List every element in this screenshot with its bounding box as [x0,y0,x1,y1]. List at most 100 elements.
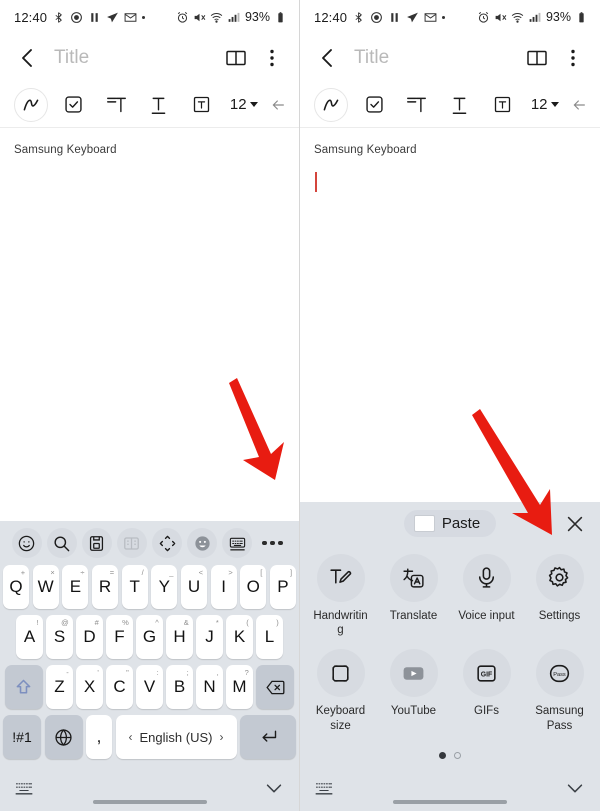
next-language-chevron-icon[interactable]: › [219,730,223,744]
keyboard-mode-icon[interactable] [222,528,253,558]
book-icon[interactable] [223,45,249,71]
keyboard-mode-button[interactable] [220,527,255,559]
keyboard-icon[interactable] [14,778,34,798]
toolbar-pen-button[interactable] [10,82,53,127]
font-size-control[interactable]: 12 [531,96,559,113]
toolbar-pen-button[interactable] [310,82,353,127]
clipboard-icon[interactable] [81,528,112,558]
symbols-key[interactable]: !#1 [3,715,41,759]
back-chevron-icon[interactable] [16,46,40,70]
menu-item-keyboard-size[interactable]: Keyboard size [304,649,377,733]
text-style-icon[interactable] [449,94,470,115]
note-body-left[interactable]: Samsung Keyboard [0,128,299,156]
key-w[interactable]: × W [32,565,59,609]
more-vertical-icon[interactable] [560,45,586,71]
menu-item-youtube[interactable]: YouTube [377,649,450,733]
arrow-left-icon[interactable] [270,97,286,113]
key-r[interactable]: = R [91,565,119,609]
key-n[interactable]: ,N [196,665,223,709]
text-box-icon[interactable] [492,94,513,115]
sticker-icon[interactable] [187,528,218,558]
toolbar-text-style-button[interactable] [138,82,181,127]
clipboard-button[interactable] [79,527,114,559]
menu-item-translate[interactable]: Translate [377,553,450,638]
page-dot-inactive[interactable] [454,751,461,759]
menu-item-voice-input[interactable]: Voice input [450,553,523,638]
youtube-icon[interactable] [389,649,438,698]
emoji-button[interactable] [9,527,44,559]
close-icon[interactable] [564,513,586,535]
key-y[interactable]: _ Y [151,565,178,609]
home-indicator[interactable] [393,799,507,804]
toolbar-font-size-button[interactable]: 12 [223,82,266,127]
toolbar-collapse-button[interactable] [265,82,291,127]
split-keyboard-button[interactable] [114,527,149,559]
key-v[interactable]: :V [136,665,163,709]
key-o[interactable]: [O [240,565,267,609]
key-h[interactable]: & H [166,615,193,659]
samsung-pass-icon[interactable]: Pass [535,649,584,698]
split-keyboard-icon[interactable] [116,528,147,558]
microphone-icon[interactable] [462,553,511,602]
shift-key[interactable] [4,665,43,709]
text-box-icon[interactable] [191,94,212,115]
toolbar-paragraph-button[interactable] [395,82,438,127]
key-s[interactable]: @ S [46,615,73,659]
text-style-icon[interactable] [148,94,169,115]
space-key[interactable]: ‹ English (US) › [115,715,237,759]
chevron-down-icon[interactable] [263,777,285,799]
paragraph-format-icon[interactable] [406,94,427,115]
back-chevron-icon[interactable] [316,46,340,70]
key-g[interactable]: ^ G [136,615,163,659]
toolbar-checklist-button[interactable] [353,82,396,127]
note-body-right[interactable]: Samsung Keyboard [300,128,600,192]
key-a[interactable]: ! A [16,615,43,659]
checklist-icon[interactable] [364,94,385,115]
chevron-down-icon[interactable] [249,102,258,107]
note-title-input[interactable]: Title [354,47,514,69]
toolbar-checklist-button[interactable] [53,82,96,127]
home-indicator[interactable] [92,799,207,804]
key-j[interactable]: * J [196,615,223,659]
toolbar-text-box-button[interactable] [481,82,524,127]
move-keyboard-icon[interactable] [152,528,183,558]
pen-icon[interactable] [14,87,49,122]
keyboard-icon[interactable] [314,778,334,798]
more-horizontal-icon[interactable] [255,527,290,559]
key-d[interactable]: # D [76,615,103,659]
menu-item-samsung-pass[interactable]: Pass Samsung Pass [523,649,596,733]
key-i[interactable]: > I [210,565,237,609]
chevron-down-icon[interactable] [564,777,586,799]
toolbar-collapse-button[interactable] [566,82,592,127]
key-u[interactable]: < U [180,565,208,609]
gear-icon[interactable] [535,553,584,602]
key-l[interactable]: ) L [256,615,283,659]
toolbar-text-style-button[interactable] [438,82,481,127]
font-size-control[interactable]: 12 [230,96,258,113]
keyboard-size-icon[interactable] [316,649,365,698]
handwriting-icon[interactable] [316,553,365,602]
key-k[interactable]: (K [226,615,253,659]
key-p[interactable]: ] P [269,565,297,609]
search-button[interactable] [44,527,79,559]
key-q[interactable]: + Q [2,565,30,609]
menu-item-settings[interactable]: Settings [523,553,596,638]
key-m[interactable]: ? M [226,665,253,709]
prev-language-chevron-icon[interactable]: ‹ [129,730,133,744]
toolbar-text-box-button[interactable] [180,82,223,127]
menu-item-gifs[interactable]: GIF GIFs [450,649,523,733]
menu-item-handwriting[interactable]: Handwriting [304,553,377,638]
paragraph-format-icon[interactable] [106,94,127,115]
translate-icon[interactable] [389,553,438,602]
book-icon[interactable] [524,45,550,71]
key-f[interactable]: % F [106,615,133,659]
menu-page-indicator[interactable] [300,745,600,765]
pen-icon[interactable] [314,87,349,122]
key-z[interactable]: -Z [46,665,73,709]
search-icon[interactable] [46,528,77,558]
key-b[interactable]: ; B [166,665,193,709]
chevron-down-icon[interactable] [550,102,559,107]
key-c[interactable]: " C [106,665,133,709]
enter-key[interactable] [240,715,296,759]
paste-button[interactable]: Paste [403,510,497,537]
